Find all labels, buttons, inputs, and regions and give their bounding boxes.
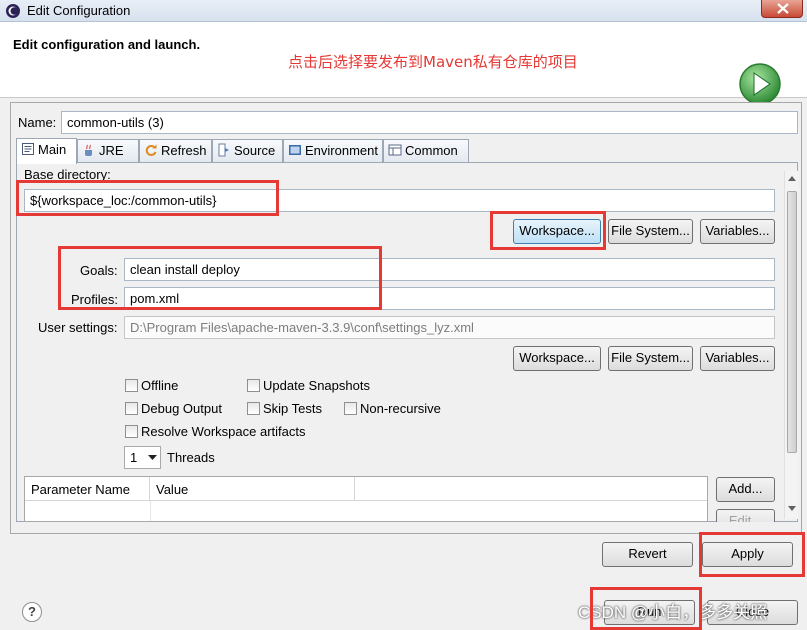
user-settings-field: D:\Program Files\apache-maven-3.3.9\conf… bbox=[124, 316, 775, 339]
highlight-apply-button bbox=[699, 532, 805, 577]
update-snapshots-checkbox[interactable] bbox=[247, 379, 260, 392]
parameter-table[interactable]: Parameter Name Value bbox=[24, 476, 708, 522]
common-tab-icon bbox=[388, 144, 402, 156]
file-system-button[interactable]: File System... bbox=[608, 219, 693, 244]
skip-tests-label: Skip Tests bbox=[263, 401, 323, 416]
non-recursive-checkbox[interactable] bbox=[344, 402, 357, 415]
debug-output-label: Debug Output bbox=[141, 401, 222, 416]
jre-tab-icon bbox=[85, 144, 92, 156]
non-recursive-label: Non-recursive bbox=[360, 401, 441, 416]
offline-label: Offline bbox=[141, 378, 179, 393]
variables-button[interactable]: Variables... bbox=[700, 219, 775, 244]
offline-checkbox[interactable] bbox=[125, 379, 138, 392]
environment-tab-icon bbox=[289, 145, 301, 155]
threads-label: Threads bbox=[167, 450, 215, 465]
resolve-workspace-label: Resolve Workspace artifacts bbox=[141, 424, 306, 439]
highlight-base-dir bbox=[16, 180, 279, 216]
table-header-value[interactable]: Value bbox=[150, 477, 355, 501]
revert-button[interactable]: Revert bbox=[602, 542, 693, 567]
add-parameter-button[interactable]: Add... bbox=[716, 477, 775, 502]
tab-environment[interactable]: Environment bbox=[283, 139, 383, 163]
highlight-run-button bbox=[590, 587, 702, 630]
refresh-tab-icon bbox=[145, 144, 157, 156]
tab-refresh-label: Refresh bbox=[161, 143, 207, 158]
tab-main[interactable]: Main bbox=[16, 138, 77, 164]
tab-environment-label: Environment bbox=[305, 143, 378, 158]
edit-parameter-clip: Edit... bbox=[716, 509, 775, 522]
tab-source-label: Source bbox=[234, 143, 276, 158]
scroll-down-icon[interactable] bbox=[788, 506, 796, 512]
highlight-workspace-button bbox=[490, 211, 606, 250]
help-icon[interactable]: ? bbox=[22, 602, 42, 622]
highlight-goals-profiles bbox=[58, 246, 382, 310]
tab-jre[interactable]: JRE bbox=[77, 139, 139, 163]
debug-output-checkbox[interactable] bbox=[125, 402, 138, 415]
user-settings-variables-button[interactable]: Variables... bbox=[700, 346, 775, 371]
table-header-parameter-name[interactable]: Parameter Name bbox=[25, 477, 150, 501]
tab-jre-label: JRE bbox=[99, 143, 124, 158]
vertical-scrollbar[interactable] bbox=[784, 171, 798, 519]
tab-common-label: Common bbox=[405, 143, 458, 158]
tab-refresh[interactable]: Refresh bbox=[139, 139, 212, 163]
tab-common[interactable]: Common bbox=[383, 139, 469, 163]
user-settings-workspace-button[interactable]: Workspace... bbox=[513, 346, 601, 371]
user-settings-file-system-button[interactable]: File System... bbox=[608, 346, 693, 371]
tab-main-label: Main bbox=[38, 142, 67, 157]
main-tab-icon bbox=[22, 143, 34, 155]
skip-tests-checkbox[interactable] bbox=[247, 402, 260, 415]
name-label: Name: bbox=[18, 115, 57, 130]
scroll-up-icon[interactable] bbox=[788, 176, 796, 182]
table-column-divider bbox=[150, 501, 151, 521]
threads-select-value: 1 bbox=[130, 450, 138, 465]
resolve-workspace-checkbox[interactable] bbox=[125, 425, 138, 438]
name-field[interactable]: common-utils (3) bbox=[61, 111, 798, 134]
scroll-thumb[interactable] bbox=[787, 191, 797, 453]
edit-parameter-button: Edit... bbox=[716, 509, 775, 522]
tab-source[interactable]: Source bbox=[212, 139, 283, 163]
update-snapshots-label: Update Snapshots bbox=[263, 378, 370, 393]
table-header-filler bbox=[355, 477, 707, 501]
threads-select[interactable]: 1 bbox=[124, 446, 161, 469]
user-settings-label: User settings: bbox=[38, 320, 118, 335]
source-tab-icon bbox=[218, 143, 229, 157]
chevron-down-icon bbox=[148, 455, 157, 460]
